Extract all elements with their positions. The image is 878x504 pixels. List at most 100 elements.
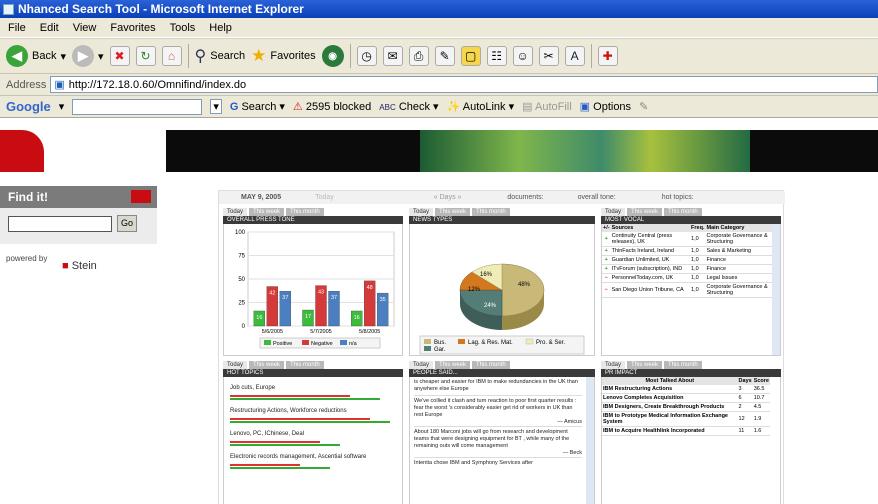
chevron-down-icon[interactable]: ▾ — [210, 99, 222, 114]
tab-week[interactable]: This week — [627, 208, 663, 216]
vocal-table: +/- Sources Freq. Main Category + Continu… — [602, 224, 772, 298]
google-logo[interactable]: Google — [6, 99, 51, 114]
toggle-icon[interactable]: − — [602, 283, 611, 298]
vocal-row[interactable]: − PersonnelToday.com, UK 1,0 Legal Issues — [602, 274, 772, 283]
x-tick-label: 5/7/2005 — [310, 329, 331, 335]
mini-logo-icon — [131, 190, 151, 203]
tab-today[interactable]: Today — [223, 361, 248, 369]
legend-pro: Pro. & Ser. — [536, 340, 565, 346]
mail-icon[interactable]: ✉ — [382, 46, 403, 66]
hot-topic-item[interactable]: Job cuts, Europe — [230, 385, 396, 400]
autolink-button[interactable]: ✨ AutoLink ▾ — [447, 100, 515, 113]
impact-row[interactable]: Lenovo Completes Acquisition 6 10.7 — [602, 394, 770, 403]
tab-today[interactable]: Today — [409, 361, 434, 369]
menu-favorites[interactable]: Favorites — [110, 22, 155, 34]
vocal-row[interactable]: + ThinFacts Ireland, Ireland 1,0 Sales & Ma… — [602, 247, 772, 256]
tab-month[interactable]: This month — [472, 361, 510, 369]
menu-view[interactable]: View — [73, 22, 97, 34]
vocal-row[interactable]: − San Diego Union Tribune, CA 1,0 Corporate… — [602, 283, 772, 298]
edit-icon[interactable]: ✎ — [434, 46, 455, 66]
messenger-icon[interactable]: ☺ — [512, 46, 533, 66]
options-button[interactable]: ▣ Options — [580, 100, 631, 113]
media-icon[interactable]: ◉ — [321, 45, 344, 67]
hot-topic-item[interactable]: Electronic records management, Ascential… — [230, 454, 396, 469]
stop-icon[interactable]: ✖ — [109, 46, 130, 66]
refresh-icon[interactable]: ↻ — [135, 46, 156, 66]
tab-today[interactable]: Today — [409, 208, 434, 216]
hot-topic-item[interactable]: Lenovo, PC, IChinese, Deal — [230, 431, 396, 446]
history-icon[interactable]: ◷ — [356, 46, 377, 66]
toggle-icon[interactable]: − — [602, 274, 611, 283]
google-search-button[interactable]: G Search ▾ — [230, 100, 285, 113]
powered-by-label: powered by — [6, 254, 48, 263]
date-row: MAY 9, 2005 Today « Days » documents: ov… — [219, 191, 785, 204]
tab-week[interactable]: This week — [435, 361, 471, 369]
spell-check-button[interactable]: ABC Check ▾ — [379, 100, 438, 113]
go-button[interactable]: Go — [117, 215, 137, 232]
news-types-chart: 16% 12% 48% 24% Bus. Lag. & Res. Mat. Pr… — [419, 263, 585, 355]
col-freq: Freq. — [691, 225, 705, 231]
cut-icon[interactable]: ✂ — [538, 46, 559, 66]
popup-blocker[interactable]: ⚠ 2595 blocked — [293, 100, 371, 113]
toggle-icon[interactable]: + — [602, 247, 611, 256]
col-toggle: +/- — [603, 225, 610, 231]
menu-bar: File Edit View Favorites Tools Help — [0, 18, 878, 38]
documents-label: documents: — [507, 194, 544, 201]
impact-row[interactable]: IBM to Acquire Healthlink Incorporated 11… — [602, 427, 770, 436]
impact-row[interactable]: IBM Designers, Create Breakthrough Produ… — [602, 403, 770, 412]
today-link[interactable]: Today — [315, 194, 334, 201]
print-icon[interactable]: ⎙ — [408, 46, 429, 66]
tools-icon[interactable]: ✚ — [597, 46, 618, 66]
autofill-button[interactable]: ▤ AutoFill — [522, 100, 572, 113]
back-button[interactable]: ◀ Back ▾ — [6, 45, 66, 67]
pencil-icon[interactable]: ✎ — [639, 100, 648, 113]
y-tick-label: 50 — [238, 277, 245, 283]
tab-month[interactable]: This month — [472, 208, 510, 216]
tab-week[interactable]: This week — [249, 361, 285, 369]
menu-tools[interactable]: Tools — [170, 22, 196, 34]
tab-week[interactable]: This week — [249, 208, 285, 216]
vocal-row[interactable]: + ITvForum (subscription), IND 1,0 Finance — [602, 265, 772, 274]
vocal-scrollbar[interactable] — [772, 224, 780, 355]
people-said-scrollbar[interactable] — [586, 377, 594, 504]
pie-label-pro: 16% — [480, 272, 493, 278]
tab-today[interactable]: Today — [223, 208, 248, 216]
vocal-row[interactable]: + Continuity Central (press releases), UK… — [602, 232, 772, 247]
forward-button[interactable]: ▶ ▾ — [72, 45, 104, 67]
tab-month[interactable]: This month — [664, 208, 702, 216]
impact-row[interactable]: IBM Restructuring Actions 3 36.5 — [602, 385, 770, 394]
menu-help[interactable]: Help — [209, 22, 232, 34]
tab-week[interactable]: This week — [435, 208, 471, 216]
legend-lag: Lag. & Res. Mat. — [468, 340, 513, 346]
find-it-input[interactable] — [8, 216, 112, 232]
tab-today[interactable]: Today — [601, 361, 626, 369]
tab-month[interactable]: This month — [664, 361, 702, 369]
home-icon[interactable]: ⌂ — [161, 46, 182, 66]
menu-file[interactable]: File — [8, 22, 26, 34]
y-tick-label: 100 — [235, 230, 246, 236]
folder-icon[interactable]: ▢ — [460, 46, 481, 66]
favorites-button[interactable]: ★ Favorites — [251, 46, 316, 66]
hot-topics-title: HOT TOPICS — [223, 369, 403, 377]
toggle-icon[interactable]: + — [602, 232, 611, 247]
days-nav[interactable]: « Days » — [434, 194, 462, 201]
research-icon[interactable]: ☷ — [486, 46, 507, 66]
font-icon[interactable]: A — [564, 46, 585, 66]
tab-week[interactable]: This week — [627, 361, 663, 369]
hot-topic-item[interactable]: Restructuring Actions, Workforce reducti… — [230, 408, 396, 423]
category-cell: Corporate Governance & Structuring — [706, 233, 768, 245]
pr-impact-panel: Today This week This month PR IMPACT Most … — [601, 361, 781, 504]
vocal-row[interactable]: + Guardian Unlimited, UK 1,0 Finance — [602, 256, 772, 265]
tab-month[interactable]: This month — [286, 361, 324, 369]
toggle-icon[interactable]: + — [602, 256, 611, 265]
address-field[interactable]: ▣ http://172.18.0.60/Omnifind/index.do — [50, 76, 878, 93]
tab-month[interactable]: This month — [286, 208, 324, 216]
tab-today[interactable]: Today — [601, 208, 626, 216]
menu-edit[interactable]: Edit — [40, 22, 59, 34]
toggle-icon[interactable]: + — [602, 265, 611, 274]
search-button[interactable]: ⚲ Search — [195, 46, 246, 66]
freq-cell: 1,0 — [691, 248, 699, 254]
impact-row[interactable]: IBM to Prototype Medical Information Exc… — [602, 412, 770, 427]
google-search-input[interactable] — [72, 98, 203, 115]
category-cell: Sales & Marketing — [706, 248, 752, 254]
